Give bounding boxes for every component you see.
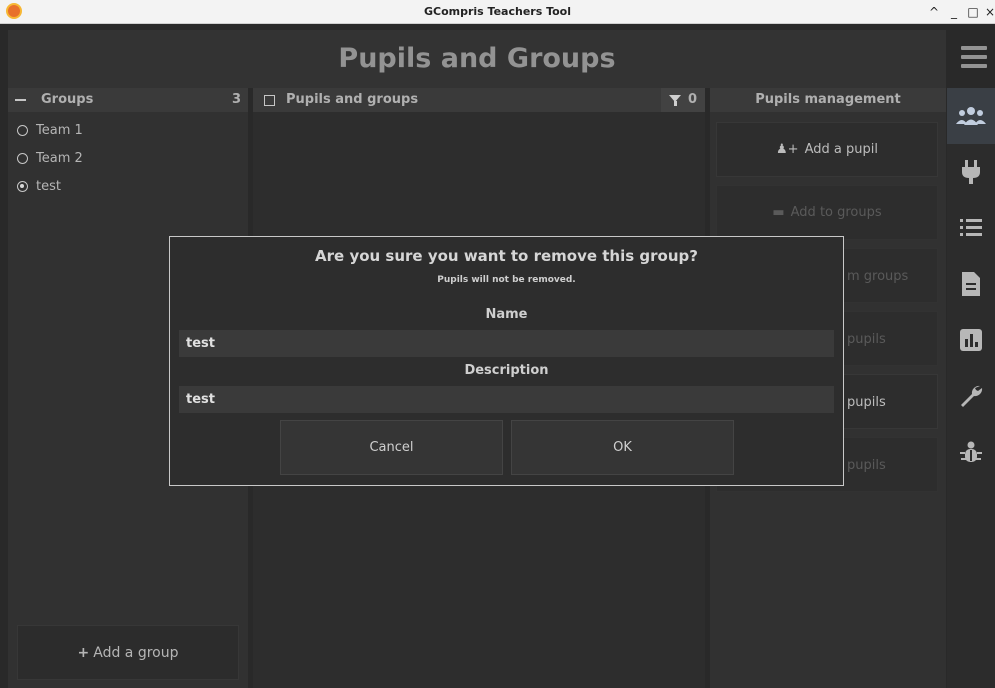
dialog-subtitle: Pupils will not be removed. — [437, 275, 576, 285]
description-label: Description — [464, 363, 549, 378]
close-window-button[interactable]: × — [982, 0, 995, 24]
name-field: test — [179, 330, 834, 357]
description-field: test — [179, 386, 834, 413]
cancel-button[interactable]: Cancel — [280, 420, 503, 475]
window-title: GCompris Teachers Tool — [423, 5, 572, 18]
maximize-window-button[interactable]: □ — [965, 0, 981, 24]
collapse-window-button[interactable]: ^ — [926, 0, 942, 24]
minimize-window-button[interactable]: _ — [946, 0, 962, 24]
remove-group-dialog: Are you sure you want to remove this gro… — [169, 236, 844, 486]
ok-button[interactable]: OK — [511, 420, 734, 475]
dialog-question: Are you sure you want to remove this gro… — [315, 247, 698, 265]
window-titlebar: GCompris Teachers Tool ^ _ □ × — [0, 0, 995, 24]
name-label: Name — [485, 307, 528, 322]
